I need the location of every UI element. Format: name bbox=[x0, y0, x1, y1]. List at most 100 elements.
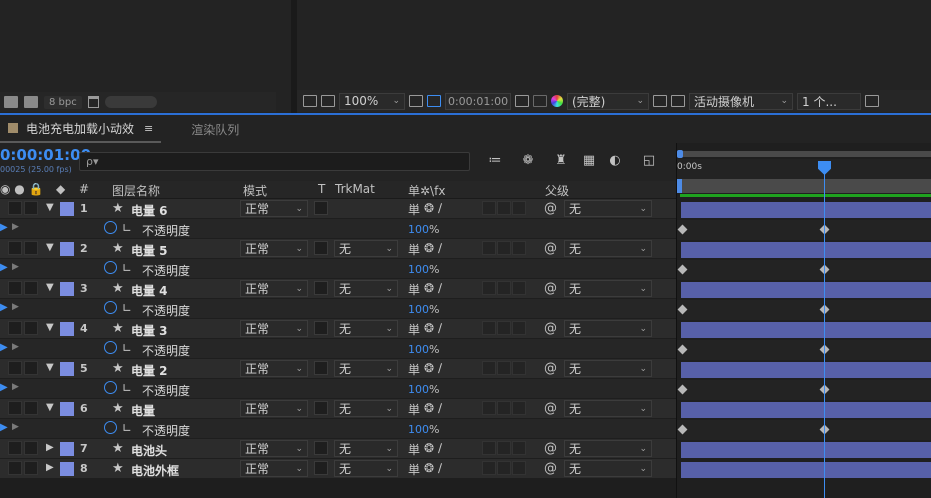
stopwatch-icon[interactable] bbox=[104, 261, 117, 274]
graph-icon[interactable]: ∟ bbox=[122, 381, 132, 395]
camera-dropdown[interactable]: 活动摄像机 ⌄ bbox=[689, 92, 793, 110]
monitor-icon[interactable] bbox=[321, 95, 335, 107]
shy-switch-icon[interactable]: 単 bbox=[408, 241, 420, 258]
property-row[interactable]: ▶ ▶ ∟ 不透明度 100% bbox=[0, 379, 676, 399]
collapse-switch-icon[interactable]: ❂ bbox=[424, 361, 434, 375]
shy-switch-icon[interactable]: 単 bbox=[408, 281, 420, 298]
layer-row[interactable]: ▶ 7 ★ 电池头 正常 ⌄ 无 ⌄ 単 ❂ ∕ @ 无 ⌄ bbox=[0, 439, 676, 459]
property-row[interactable]: ▶ ▶ ∟ 不透明度 100% bbox=[0, 259, 676, 279]
layer-duration-bar[interactable] bbox=[681, 362, 931, 378]
shy-switch-icon[interactable]: 単 bbox=[408, 361, 420, 378]
trkmat-dropdown[interactable]: 无 ⌄ bbox=[334, 440, 398, 457]
preserve-transparency-checkbox[interactable] bbox=[314, 321, 328, 335]
layer-duration-bar[interactable] bbox=[681, 402, 931, 418]
trkmat-dropdown[interactable]: 无 ⌄ bbox=[334, 240, 398, 257]
layer-duration-bar[interactable] bbox=[681, 322, 931, 338]
quality-switch-icon[interactable]: ∕ bbox=[438, 401, 442, 415]
graph-icon[interactable]: ∟ bbox=[122, 341, 132, 355]
quality-switch-icon[interactable]: ∕ bbox=[438, 461, 442, 475]
property-value[interactable]: 100% bbox=[408, 303, 439, 316]
keyframe[interactable] bbox=[677, 264, 688, 275]
layer-name[interactable]: 电量 bbox=[131, 402, 155, 419]
shy-switch-icon[interactable]: 単 bbox=[408, 201, 420, 218]
frame-blend-switch[interactable] bbox=[482, 241, 496, 255]
twirl-right-icon[interactable]: ▶ bbox=[12, 382, 19, 392]
pick-whip-icon[interactable]: @ bbox=[544, 441, 557, 456]
keyframe-nav-icon[interactable]: ▶ bbox=[0, 382, 8, 393]
always-preview-icon[interactable] bbox=[303, 95, 317, 107]
video-switch[interactable] bbox=[8, 361, 22, 375]
av-switches-icon[interactable]: ◉ ● 🔒 bbox=[0, 182, 44, 196]
video-switch[interactable] bbox=[8, 321, 22, 335]
twirl-down-icon[interactable]: ▼ bbox=[46, 202, 54, 213]
solo-switch[interactable] bbox=[24, 361, 38, 375]
graph-editor-icon[interactable]: ◱ bbox=[640, 153, 658, 168]
motion-blur-switch[interactable] bbox=[497, 201, 511, 215]
motion-blur-switch[interactable] bbox=[497, 461, 511, 475]
quality-switch-icon[interactable]: ∕ bbox=[438, 321, 442, 335]
pick-whip-icon[interactable]: @ bbox=[544, 461, 557, 476]
video-switch[interactable] bbox=[8, 461, 22, 475]
trkmat-dropdown[interactable]: 无 ⌄ bbox=[334, 360, 398, 377]
property-value[interactable]: 100% bbox=[408, 383, 439, 396]
property-value[interactable]: 100% bbox=[408, 343, 439, 356]
timeline-graph[interactable]: 0:00s bbox=[676, 143, 931, 498]
adjustment-switch[interactable] bbox=[512, 201, 526, 215]
stopwatch-icon[interactable] bbox=[104, 301, 117, 314]
channel-icon[interactable] bbox=[551, 95, 563, 107]
adjustment-switch[interactable] bbox=[512, 281, 526, 295]
label-color-swatch[interactable] bbox=[60, 362, 74, 376]
twirl-down-icon[interactable]: ▼ bbox=[46, 322, 54, 333]
property-row[interactable]: ▶ ▶ ∟ 不透明度 100% bbox=[0, 339, 676, 359]
twirl-right-icon[interactable]: ▶ bbox=[46, 462, 54, 473]
adjustment-switch[interactable] bbox=[512, 401, 526, 415]
pick-whip-icon[interactable]: @ bbox=[544, 361, 557, 376]
keyframe[interactable] bbox=[677, 384, 688, 395]
layer-row[interactable]: ▼ 6 ★ 电量 正常 ⌄ 无 ⌄ 単 ❂ ∕ @ 无 ⌄ bbox=[0, 399, 676, 419]
pick-whip-icon[interactable]: @ bbox=[544, 401, 557, 416]
property-value[interactable]: 100% bbox=[408, 263, 439, 276]
video-switch[interactable] bbox=[8, 201, 22, 215]
layer-row[interactable]: ▼ 1 ★ 电量 6 正常 ⌄ 単 ❂ ∕ @ 无 ⌄ bbox=[0, 199, 676, 219]
property-row[interactable]: ▶ ▶ ∟ 不透明度 100% bbox=[0, 219, 676, 239]
blend-mode-dropdown[interactable]: 正常 ⌄ bbox=[240, 440, 308, 457]
video-switch[interactable] bbox=[8, 441, 22, 455]
resolution-dropdown[interactable]: (完整) ⌄ bbox=[567, 92, 649, 110]
reset-exposure-icon[interactable] bbox=[865, 95, 879, 107]
time-navigator[interactable] bbox=[677, 150, 931, 158]
adjustment-switch[interactable] bbox=[512, 361, 526, 375]
layer-duration-bar[interactable] bbox=[681, 202, 931, 218]
collapse-switch-icon[interactable]: ❂ bbox=[424, 461, 434, 475]
motion-blur-switch[interactable] bbox=[497, 281, 511, 295]
keyframe[interactable] bbox=[677, 224, 688, 235]
stopwatch-icon[interactable] bbox=[104, 421, 117, 434]
quality-switch-icon[interactable]: ∕ bbox=[438, 201, 442, 215]
shy-switch-icon[interactable]: 単 bbox=[408, 401, 420, 418]
adjustment-switch[interactable] bbox=[512, 441, 526, 455]
frame-blend-switch[interactable] bbox=[482, 401, 496, 415]
blend-mode-dropdown[interactable]: 正常 ⌄ bbox=[240, 240, 308, 257]
preserve-transparency-checkbox[interactable] bbox=[314, 241, 328, 255]
frame-blend-switch[interactable] bbox=[482, 361, 496, 375]
layer-name[interactable]: 电池外框 bbox=[131, 462, 179, 479]
parent-dropdown[interactable]: 无 ⌄ bbox=[564, 240, 652, 257]
preserve-transparency-checkbox[interactable] bbox=[314, 461, 328, 475]
label-color-swatch[interactable] bbox=[60, 242, 74, 256]
collapse-switch-icon[interactable]: ❂ bbox=[424, 441, 434, 455]
video-switch[interactable] bbox=[8, 281, 22, 295]
tab-render-queue[interactable]: 渲染队列 bbox=[183, 115, 247, 143]
layer-row[interactable]: ▼ 4 ★ 电量 3 正常 ⌄ 无 ⌄ 単 ❂ ∕ @ 无 ⌄ bbox=[0, 319, 676, 339]
layer-row[interactable]: ▼ 2 ★ 电量 5 正常 ⌄ 无 ⌄ 単 ❂ ∕ @ 无 ⌄ bbox=[0, 239, 676, 259]
layer-name[interactable]: 电量 3 bbox=[131, 322, 168, 339]
panel-menu-icon[interactable]: ≡ bbox=[144, 122, 153, 135]
layer-name[interactable]: 电量 2 bbox=[131, 362, 168, 379]
graph-icon[interactable]: ∟ bbox=[122, 221, 132, 235]
shy-switch-icon[interactable]: 単 bbox=[408, 461, 420, 478]
twirl-right-icon[interactable]: ▶ bbox=[12, 302, 19, 312]
keyframe-nav-icon[interactable]: ▶ bbox=[0, 302, 8, 313]
motion-blur-switch[interactable] bbox=[497, 441, 511, 455]
frame-blend-switch[interactable] bbox=[482, 461, 496, 475]
blend-mode-dropdown[interactable]: 正常 ⌄ bbox=[240, 400, 308, 417]
parent-dropdown[interactable]: 无 ⌄ bbox=[564, 440, 652, 457]
preserve-transparency-checkbox[interactable] bbox=[314, 441, 328, 455]
